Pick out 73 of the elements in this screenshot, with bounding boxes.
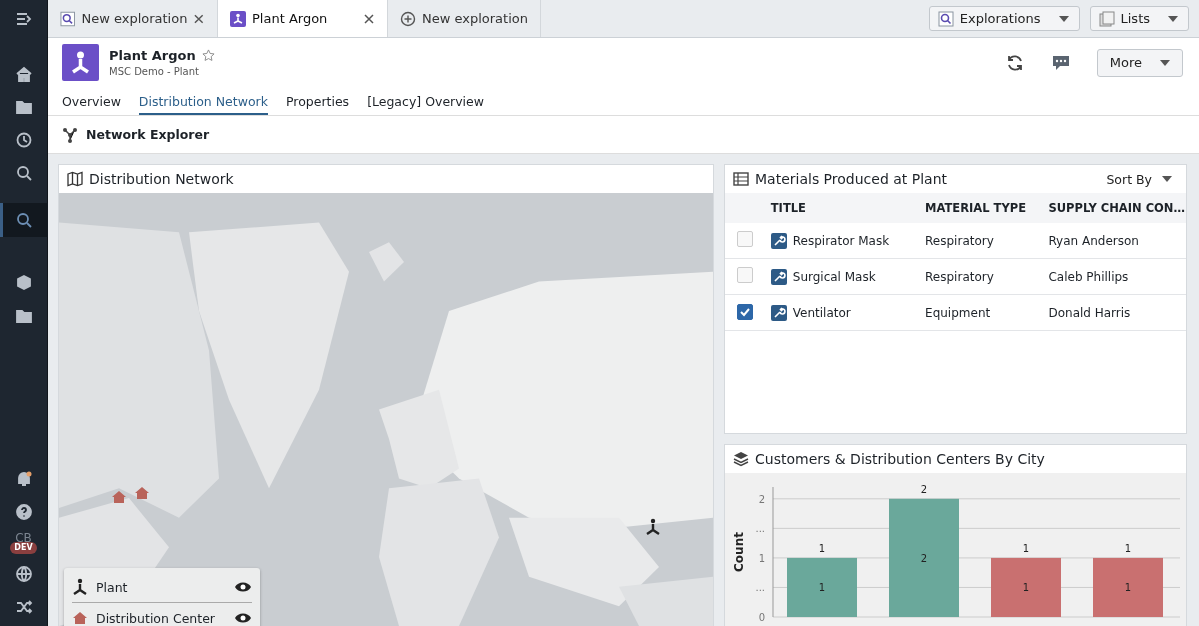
caret-icon [1058, 15, 1069, 22]
stacked-pages-icon [1098, 10, 1115, 27]
network-icon [62, 126, 78, 143]
star-icon[interactable] [201, 49, 215, 62]
search-icon [937, 10, 954, 27]
panel-title: Customers & Distribution Centers By City [755, 451, 1045, 467]
more-button[interactable]: More [1096, 48, 1183, 77]
layers-icon [733, 451, 749, 467]
legend-label: Plant [96, 579, 129, 595]
wrench-icon [770, 304, 787, 321]
wrench-icon [770, 232, 787, 249]
explorations-button[interactable]: Explorations [928, 6, 1080, 31]
table-cell[interactable]: Respirator Mask [792, 233, 890, 248]
value-label: 2 [920, 552, 928, 564]
value-label: 1 [818, 582, 826, 594]
table-cell: Ryan Anderson [1048, 233, 1139, 248]
tick-label: 1 [758, 552, 765, 564]
caret-icon [1160, 59, 1170, 66]
search-icon [60, 10, 76, 27]
legend-label: Distribution Center [96, 610, 216, 626]
section-tab[interactable]: Overview [62, 91, 121, 115]
visibility-icon[interactable] [234, 581, 252, 593]
tick-label: 0 [758, 612, 765, 623]
section-tab[interactable]: Distribution Network [138, 91, 268, 115]
tick-label: 2 [758, 493, 765, 505]
person-icon [230, 10, 246, 27]
object-title: Plant Argon [109, 48, 196, 63]
table-cell[interactable]: Ventilator [792, 305, 851, 320]
add-icon [400, 10, 416, 27]
table-cell: Donald Harris [1048, 305, 1131, 320]
plant-avatar-icon [62, 44, 99, 81]
sort-button[interactable]: Sort By [1100, 170, 1178, 188]
tick-label: ... [755, 582, 765, 594]
table-cell: Respiratory [925, 233, 994, 248]
visibility-icon[interactable] [234, 612, 252, 624]
house-icon [111, 489, 127, 505]
value-label: 1 [1022, 582, 1030, 594]
data-label: 2 [920, 483, 928, 495]
lists-button[interactable]: Lists [1089, 6, 1189, 31]
axis-title: Count [732, 532, 746, 572]
panel-title: Materials Produced at Plant [755, 171, 948, 187]
panel-title: Distribution Network [89, 171, 234, 187]
tick-label: ... [755, 523, 765, 535]
table-cell[interactable]: Surgical Mask [792, 269, 876, 284]
close-icon[interactable] [363, 12, 375, 25]
object-subtitle: MSC Demo - Plant [109, 66, 200, 77]
wrench-icon [770, 268, 787, 285]
environment-badge: DEV [10, 542, 37, 554]
house-icon [72, 610, 88, 626]
house-icon [134, 485, 150, 501]
column-header[interactable]: TITLE [770, 201, 806, 215]
exploration-tab[interactable]: New exploration [388, 0, 541, 37]
table-cell: Caleb Phillips [1048, 269, 1129, 284]
caret-icon [1168, 15, 1178, 22]
section-tab[interactable]: [Legacy] Overview [367, 91, 484, 115]
row-checkbox[interactable] [737, 304, 753, 320]
module-title: Network Explorer [86, 127, 210, 142]
plant-marker-icon [645, 518, 661, 536]
exploration-tab[interactable]: Plant Argon [218, 0, 388, 37]
explore-icon[interactable] [0, 203, 48, 237]
caret-icon [1162, 176, 1172, 182]
section-tab[interactable]: Properties [285, 91, 350, 115]
data-label: 1 [1022, 542, 1030, 554]
table-cell: Respiratory [925, 269, 994, 284]
table-icon [733, 172, 749, 186]
user-initials[interactable]: CB [15, 532, 32, 544]
data-label: 1 [1124, 542, 1132, 554]
data-label: 1 [818, 542, 826, 554]
plant-icon [72, 578, 88, 596]
map-icon [67, 171, 83, 187]
close-icon[interactable] [193, 12, 205, 25]
value-label: 1 [1124, 582, 1132, 594]
table-cell: Equipment [925, 305, 991, 320]
